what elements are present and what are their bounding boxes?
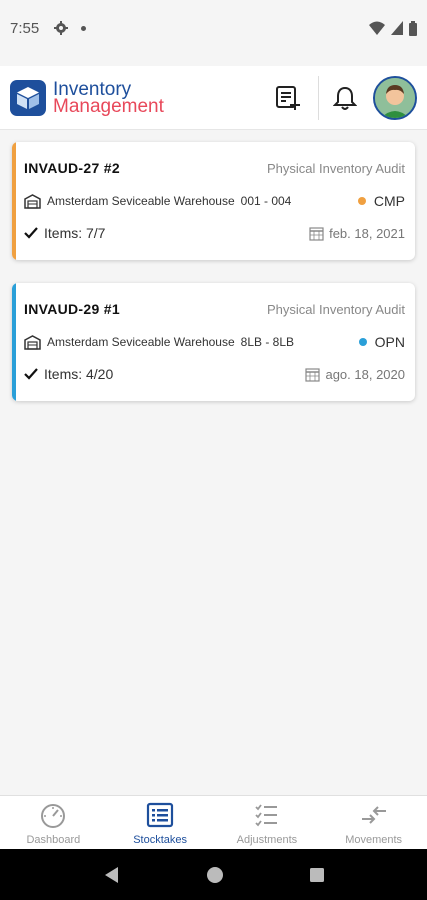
date-label: feb. 18, 2021 <box>329 225 405 241</box>
status-icons <box>369 20 417 36</box>
bottom-navigation: Dashboard Stocktakes Adjustments Movemen… <box>0 795 427 849</box>
warehouse-name: Amsterdam Seviceable Warehouse <box>47 335 235 349</box>
card-status-accent <box>12 142 16 260</box>
warehouse-name: Amsterdam Seviceable Warehouse <box>47 194 235 208</box>
stocktake-type: Physical Inventory Audit <box>266 160 405 176</box>
status-time: 7:55 <box>10 19 40 37</box>
status-badge: OPN <box>358 334 405 350</box>
stocktake-code: INVAUD-29 #1 <box>24 301 120 317</box>
home-icon[interactable] <box>206 866 224 884</box>
logo-line-1: Inventory <box>53 78 132 100</box>
calendar-icon <box>305 367 321 382</box>
warehouse-icon <box>24 193 41 209</box>
nav-label: Adjustments <box>236 834 298 846</box>
box-logo-icon <box>10 79 46 116</box>
back-icon[interactable] <box>103 866 121 884</box>
items-count: Items: 7/7 <box>44 225 106 241</box>
notifications-button[interactable] <box>325 78 365 118</box>
stocktake-type: Physical Inventory Audit <box>266 301 405 317</box>
note-add-icon <box>276 85 300 110</box>
location-range: 8LB - 8LB <box>240 335 295 349</box>
warehouse-icon <box>24 334 41 350</box>
status-label: OPN <box>374 334 405 350</box>
stocktake-date: ago. 18, 2020 <box>305 367 405 382</box>
nav-label: Stocktakes <box>133 834 188 846</box>
nav-item-adjustments[interactable]: Adjustments <box>214 796 321 849</box>
stocktake-card[interactable]: INVAUD-29 #1 Physical Inventory Audit Am… <box>12 283 415 401</box>
signal-icon <box>391 21 403 35</box>
calendar-icon <box>309 226 324 241</box>
nav-item-stocktakes[interactable]: Stocktakes <box>107 796 214 849</box>
nav-label: Dashboard <box>26 834 81 846</box>
status-label: CMP <box>373 193 405 209</box>
nav-item-dashboard[interactable]: Dashboard <box>0 796 107 849</box>
status-dot-icon <box>358 338 367 346</box>
checkmark-icon <box>24 368 38 380</box>
checkmark-icon <box>24 227 38 239</box>
status-dot-icon <box>357 197 366 205</box>
nav-label: Movements <box>345 834 403 846</box>
logo-line-2: Management <box>53 95 164 117</box>
toolbar-divider <box>318 75 319 120</box>
stocktake-code: INVAUD-27 #2 <box>24 160 120 176</box>
bell-icon <box>333 86 357 110</box>
nav-item-movements[interactable]: Movements <box>320 796 427 849</box>
stocktake-date: feb. 18, 2021 <box>309 226 405 241</box>
transfer-arrows-icon <box>361 806 386 824</box>
location-range: 001 - 004 <box>240 194 292 208</box>
recents-icon[interactable] <box>309 867 325 883</box>
status-bar: 7:55 <box>0 0 427 56</box>
battery-icon <box>409 20 417 36</box>
wifi-icon <box>369 21 385 35</box>
date-label: ago. 18, 2020 <box>325 366 405 382</box>
stocktake-card[interactable]: INVAUD-27 #2 Physical Inventory Audit Am… <box>12 142 415 260</box>
items-count: Items: 4/20 <box>44 366 114 382</box>
gear-icon <box>54 21 69 35</box>
system-navigation-bar <box>0 849 427 900</box>
app-bar: Inventory Management <box>0 66 427 130</box>
list-icon <box>147 802 174 828</box>
user-avatar[interactable] <box>373 75 417 120</box>
status-badge: CMP <box>357 193 405 209</box>
checklist-icon <box>255 804 277 827</box>
speedometer-icon <box>41 804 66 828</box>
card-status-accent <box>12 283 16 401</box>
app-logo-text: Inventory Management <box>53 78 164 117</box>
notification-dot-icon <box>81 25 87 31</box>
add-stocktake-button[interactable] <box>268 78 308 118</box>
